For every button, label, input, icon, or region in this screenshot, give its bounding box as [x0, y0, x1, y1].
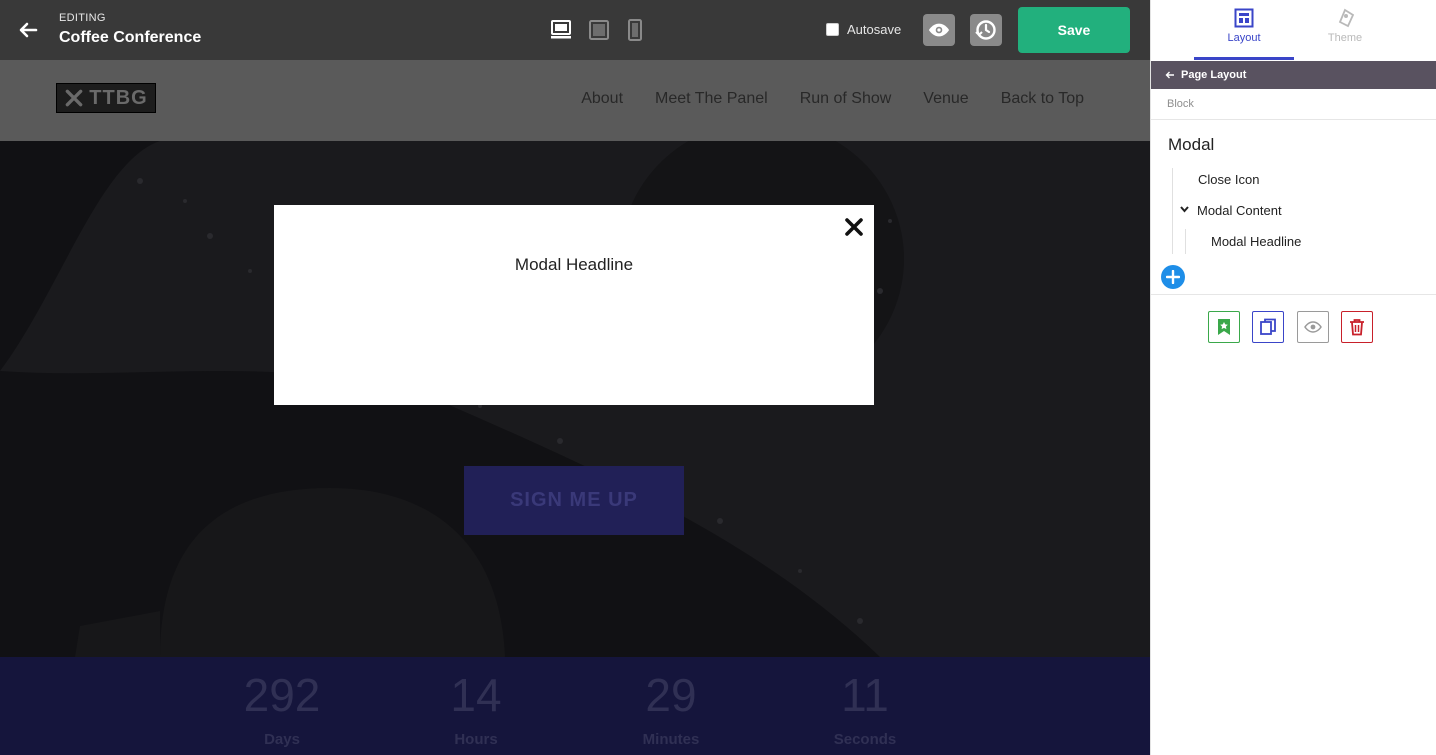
site-nav-links: About Meet The Panel Run of Show Venue B… — [581, 90, 1084, 108]
back-arrow-icon[interactable] — [16, 18, 40, 42]
arrow-left-icon — [1165, 71, 1174, 79]
modal-dialog: Modal Headline — [274, 205, 874, 405]
eye-icon — [1304, 321, 1322, 333]
close-icon[interactable] — [844, 217, 864, 237]
countdown-hours: 14 Hours — [396, 667, 556, 748]
countdown-minutes-value: 29 — [645, 669, 697, 721]
visibility-button[interactable] — [1297, 311, 1329, 343]
tab-layout[interactable]: Layout — [1194, 0, 1294, 60]
nav-link-about[interactable]: About — [581, 90, 623, 108]
sign-up-button[interactable]: SIGN ME UP — [464, 466, 684, 535]
countdown-days-value: 292 — [243, 669, 321, 721]
countdown-hours-label: Hours — [454, 731, 498, 748]
tree-item-modal-content[interactable]: Modal Content — [1197, 203, 1282, 218]
editing-status: EDITING — [59, 12, 106, 24]
tree-item-close-icon[interactable]: Close Icon — [1198, 172, 1259, 187]
countdown-days-label: Days — [264, 731, 300, 748]
site-header: TTBG About Meet The Panel Run of Show Ve… — [0, 60, 1150, 141]
trash-icon — [1350, 319, 1364, 336]
modal-headline[interactable]: Modal Headline — [274, 255, 874, 275]
layout-icon — [1234, 8, 1254, 28]
save-button[interactable]: Save — [1018, 7, 1130, 53]
countdown-section: 292 Days 14 Hours 29 Minutes 11 Seconds — [0, 657, 1150, 755]
page-preview: TTBG About Meet The Panel Run of Show Ve… — [0, 60, 1150, 755]
tab-theme[interactable]: Theme — [1295, 0, 1395, 60]
divider — [1151, 294, 1436, 295]
site-logo[interactable]: TTBG — [56, 83, 156, 113]
copy-icon — [1260, 318, 1276, 335]
nav-link-back-to-top[interactable]: Back to Top — [1001, 90, 1084, 108]
countdown-days: 292 Days — [202, 667, 362, 748]
eye-icon — [928, 23, 950, 37]
tree-guide-line — [1172, 168, 1173, 254]
autosave-checkbox[interactable] — [826, 23, 839, 36]
tree-root-modal[interactable]: Modal — [1168, 135, 1214, 155]
bookmark-button[interactable] — [1208, 311, 1240, 343]
countdown-minutes-label: Minutes — [642, 731, 700, 748]
duplicate-button[interactable] — [1252, 311, 1284, 343]
tab-layout-label: Layout — [1227, 32, 1261, 44]
divider — [1151, 119, 1436, 120]
tree-guide-line — [1185, 229, 1186, 254]
properties-panel: Layout Theme Page Layout Block Modal Clo… — [1150, 0, 1436, 755]
breadcrumb[interactable]: Page Layout — [1151, 61, 1436, 89]
tab-theme-label: Theme — [1327, 32, 1363, 44]
editor-toolbar: EDITING Coffee Conference Autosave Save — [0, 0, 1150, 60]
logo-text: TTBG — [89, 86, 148, 109]
history-button[interactable] — [970, 14, 1002, 46]
autosave-label: Autosave — [847, 22, 902, 37]
history-icon — [975, 20, 996, 40]
tree-item-modal-headline[interactable]: Modal Headline — [1211, 234, 1301, 249]
breadcrumb-label: Page Layout — [1181, 69, 1247, 81]
document-title: Coffee Conference — [59, 29, 202, 46]
countdown-seconds-value: 11 — [841, 669, 889, 721]
countdown-hours-value: 14 — [450, 669, 502, 721]
countdown-seconds-label: Seconds — [833, 731, 897, 748]
delete-button[interactable] — [1341, 311, 1373, 343]
section-label: Block — [1167, 98, 1194, 110]
autosave-toggle[interactable]: Autosave — [826, 22, 901, 37]
preview-button[interactable] — [923, 14, 955, 46]
countdown-minutes: 29 Minutes — [591, 667, 751, 748]
nav-link-panel[interactable]: Meet The Panel — [655, 90, 768, 108]
add-block-button[interactable] — [1161, 265, 1185, 289]
mobile-view-icon[interactable] — [623, 18, 647, 42]
tools-icon — [65, 89, 83, 107]
nav-link-venue[interactable]: Venue — [923, 90, 968, 108]
tablet-view-icon[interactable] — [587, 18, 611, 42]
desktop-view-icon[interactable] — [549, 18, 573, 42]
chevron-down-icon[interactable] — [1180, 206, 1189, 213]
theme-icon — [1338, 8, 1355, 28]
plus-icon — [1166, 270, 1180, 284]
bookmark-icon — [1218, 319, 1230, 335]
countdown-seconds: 11 Seconds — [785, 667, 945, 748]
nav-link-run-of-show[interactable]: Run of Show — [800, 90, 892, 108]
